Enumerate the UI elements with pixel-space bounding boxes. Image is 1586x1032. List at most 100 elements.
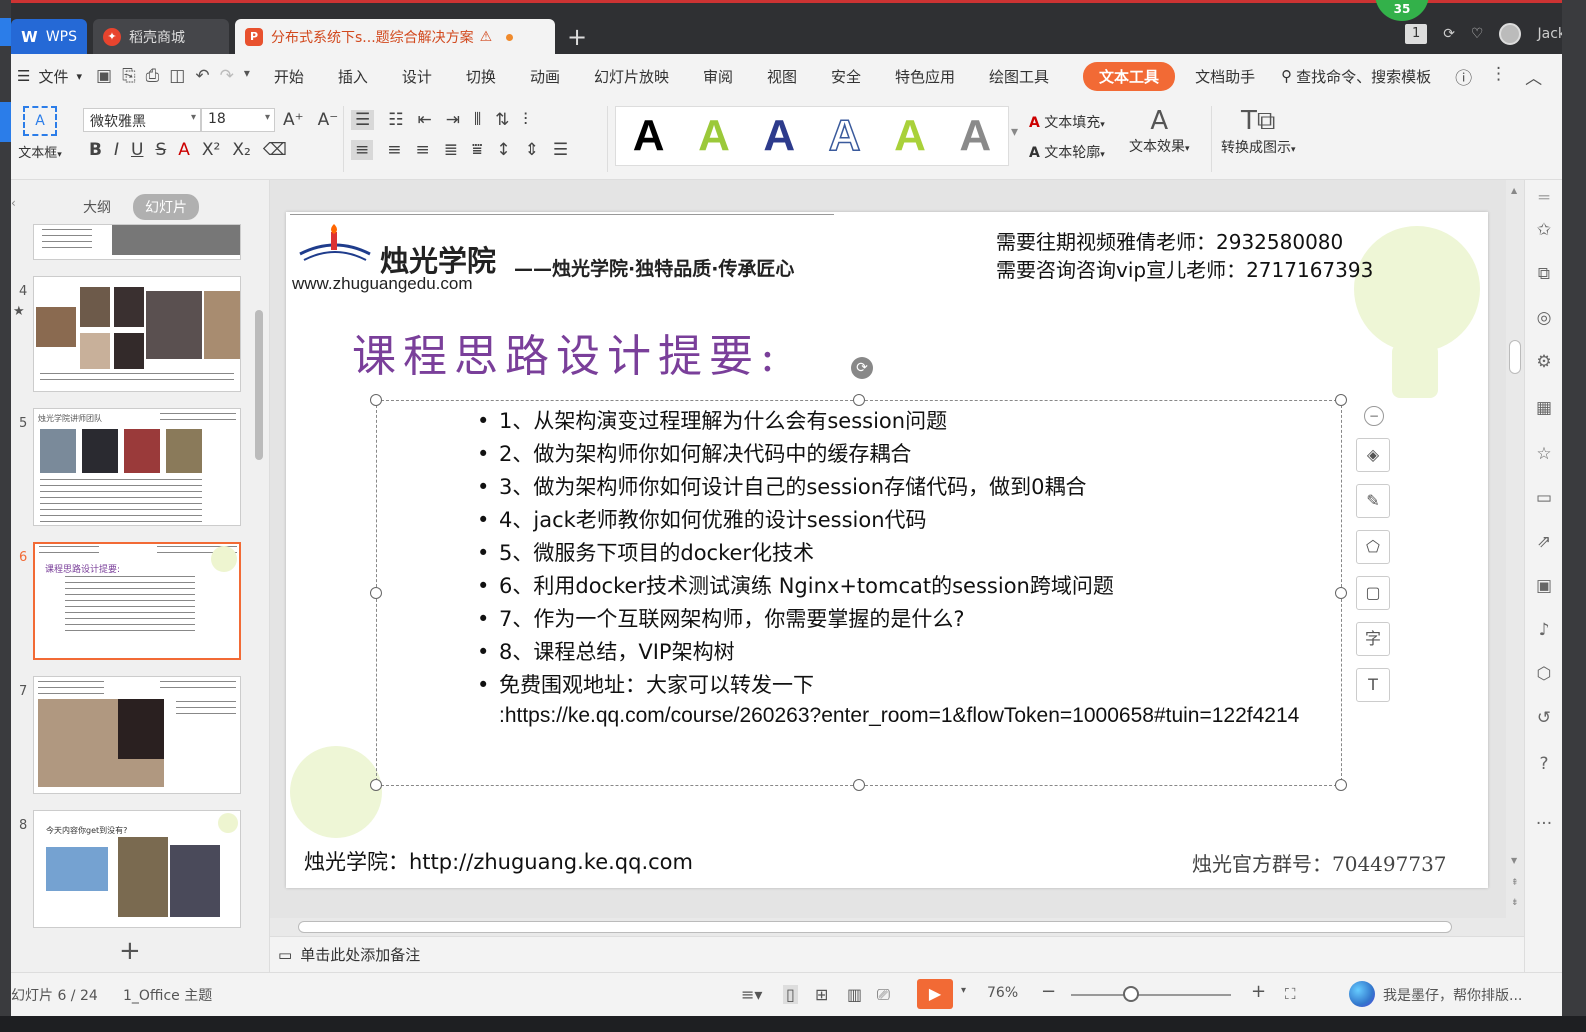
horizontal-scrollbar[interactable] <box>270 918 1506 936</box>
play-slideshow-button[interactable]: ▶ <box>917 979 953 1009</box>
menu-animation[interactable]: 动画 <box>530 66 560 87</box>
zoom-slider[interactable] <box>1071 994 1231 996</box>
slide-thumbnail-5[interactable]: 烛光学院讲师团队 <box>33 408 241 526</box>
underline-icon[interactable]: U <box>131 140 143 160</box>
tab-wps-home[interactable]: W WPS <box>11 19 87 55</box>
wordart-style-black[interactable]: A <box>633 111 665 161</box>
resize-handle[interactable] <box>370 587 382 599</box>
play-options-icon[interactable]: ▾ <box>961 985 966 996</box>
avatar[interactable] <box>1499 23 1522 45</box>
resize-handle[interactable] <box>370 394 382 406</box>
menu-view[interactable]: 视图 <box>767 66 797 87</box>
presenter-icon[interactable]: ⎚ <box>877 985 890 1005</box>
font-icon[interactable]: 字 <box>1356 622 1390 656</box>
file-menu[interactable]: ☰ 文件 ▾ <box>17 66 82 87</box>
audio-icon[interactable]: ♪ <box>1534 620 1554 640</box>
text-outline-button[interactable]: A 文本轮廓▾ <box>1029 142 1105 162</box>
history-icon[interactable]: ↺ <box>1534 708 1554 728</box>
new-tab-button[interactable]: + <box>567 23 587 51</box>
wordart-style-gray[interactable]: A <box>959 111 991 161</box>
favorite-icon[interactable]: ☆ <box>1534 444 1554 464</box>
menu-review[interactable]: 审阅 <box>703 66 733 87</box>
fill-icon[interactable]: ⬠ <box>1356 530 1390 564</box>
convert-icon[interactable]: T <box>1356 668 1390 702</box>
assistant-avatar-icon[interactable] <box>1349 981 1375 1007</box>
customize-icon[interactable]: ▾ <box>244 66 250 86</box>
outline-icon[interactable]: ▢ <box>1356 576 1390 610</box>
decrease-font-icon[interactable]: A⁻ <box>318 110 339 130</box>
tab-current-document[interactable]: P 分布式系统下s...题综合解决方案 ⚠ <box>235 19 555 55</box>
wordart-style-navy[interactable]: A <box>763 111 795 161</box>
print-preview-icon[interactable]: ◫ <box>169 66 185 86</box>
skin-icon[interactable]: ♡ <box>1471 26 1484 42</box>
more-icon[interactable]: ··· <box>1534 814 1554 834</box>
menu-slideshow[interactable]: 幻灯片放映 <box>594 66 669 87</box>
slide-title[interactable]: 课程思路设计提要: <box>352 320 782 384</box>
resize-handle[interactable] <box>1335 587 1347 599</box>
zoom-out-icon[interactable]: − <box>1041 981 1056 1002</box>
increase-font-icon[interactable]: A⁺ <box>283 110 304 130</box>
panel-scrollbar[interactable] <box>255 310 263 460</box>
paragraph-spacing-icon[interactable]: ⇕ <box>525 140 539 160</box>
slide-sorter-icon[interactable]: ⊞ <box>815 985 828 1004</box>
strikethrough-icon[interactable]: S <box>155 140 166 160</box>
print-icon[interactable]: ⎙ <box>146 66 160 86</box>
command-search[interactable]: ⚲ 查找命令、搜索模板 <box>1281 66 1431 87</box>
menu-home[interactable]: 开始 <box>274 66 304 87</box>
vertical-scrollbar[interactable]: ▲ ▼ ⇞ ⇟ <box>1506 180 1524 936</box>
undo-icon[interactable]: ↶ <box>195 66 209 86</box>
properties-icon[interactable]: ⚙ <box>1534 352 1554 372</box>
tab-outline[interactable]: 大纲 <box>71 194 123 220</box>
text-fill-button[interactable]: A 文本填充▾ <box>1029 112 1105 132</box>
collapse-tools-icon[interactable]: − <box>1364 406 1384 426</box>
assistant-tip[interactable]: 我是墨仔，帮你排版... <box>1383 985 1522 1005</box>
zoom-level[interactable]: 76% <box>987 985 1018 1001</box>
notes-pane[interactable]: ▭ 单击此处添加备注 <box>270 936 1524 972</box>
line-spacing-options-icon[interactable]: ☰ <box>553 140 568 160</box>
align-right-icon[interactable]: ≡ <box>416 140 430 160</box>
menu-transition[interactable]: 切换 <box>466 66 496 87</box>
notes-toggle-icon[interactable]: ≡▾ <box>741 985 762 1004</box>
resize-handle[interactable] <box>853 779 865 791</box>
clear-format-icon[interactable]: ⌫ <box>263 140 287 160</box>
shapes-icon[interactable]: ◎ <box>1534 308 1554 328</box>
next-slide-icon[interactable]: ⇟ <box>1511 898 1519 908</box>
menu-doc-assistant[interactable]: 文档助手 <box>1195 66 1255 87</box>
gallery-icon[interactable]: ▦ <box>1534 398 1554 418</box>
textbox-button[interactable]: A 文本框▾ <box>11 106 69 161</box>
resize-handle[interactable] <box>1335 779 1347 791</box>
collapse-panel-icon[interactable]: ‹ <box>11 196 16 210</box>
notification-badge[interactable]: 35 <box>1375 0 1429 21</box>
bold-icon[interactable]: B <box>89 140 102 160</box>
pen-icon[interactable]: ✎ <box>1356 484 1390 518</box>
collapse-ribbon-icon[interactable]: ︿ <box>1525 64 1542 89</box>
rotate-handle-icon[interactable]: ⟳ <box>851 357 873 379</box>
export-icon[interactable]: ⎘ <box>122 66 136 86</box>
slide-thumbnail-8[interactable]: 今天内容你get到没有? <box>33 810 241 928</box>
slide-thumbnail-7[interactable] <box>33 676 241 794</box>
bullets-icon[interactable]: ☰ <box>351 110 375 130</box>
zoom-slider-handle[interactable] <box>1123 986 1139 1002</box>
sync-icon[interactable]: ⟳ <box>1443 26 1455 42</box>
copy-icon[interactable]: ⧉ <box>1534 264 1554 284</box>
tab-slides[interactable]: 幻灯片 <box>133 194 199 220</box>
bullet-textbox[interactable]: ⟳ 1、从架构演变过程理解为什么会有session问题 2、做为架构师你如何解决… <box>370 357 1347 791</box>
help-icon[interactable]: ? <box>1534 754 1554 774</box>
save-icon[interactable]: ▣ <box>96 66 112 86</box>
menu-text-tools[interactable]: 文本工具 <box>1083 61 1176 91</box>
numbering-icon[interactable]: ☷ <box>388 110 403 130</box>
distribute-icon[interactable]: ⩸ <box>472 140 482 160</box>
image-icon[interactable]: ▣ <box>1534 576 1554 596</box>
redo-icon[interactable]: ↷ <box>220 66 234 86</box>
subscript-icon[interactable]: X₂ <box>232 140 250 160</box>
menu-insert[interactable]: 插入 <box>338 66 368 87</box>
menu-special-apps[interactable]: 特色应用 <box>895 66 955 87</box>
share-icon[interactable]: ⇗ <box>1534 532 1554 552</box>
menu-drawing-tools[interactable]: 绘图工具 <box>989 66 1049 87</box>
slide-thumbnail-3[interactable] <box>33 224 241 260</box>
slide-thumbnail-4[interactable] <box>33 276 241 392</box>
line-spacing-icon[interactable]: ↕ <box>496 140 510 160</box>
fit-window-icon[interactable]: ⛶ <box>1285 985 1296 1003</box>
text-effect-button[interactable]: A 文本效果▾ <box>1129 106 1190 156</box>
normal-view-icon[interactable]: ▯ <box>783 985 798 1004</box>
